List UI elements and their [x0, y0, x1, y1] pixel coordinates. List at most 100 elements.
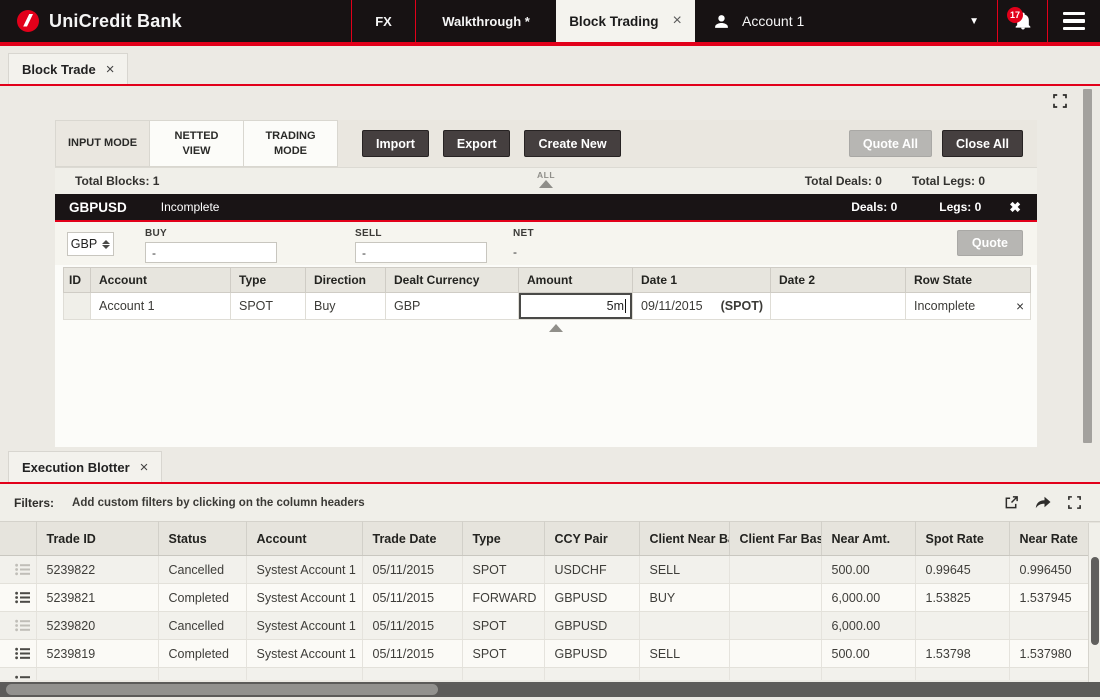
- tab-trading-mode[interactable]: TRADING MODE: [243, 120, 338, 167]
- fullscreen-icon[interactable]: [1052, 93, 1068, 114]
- col-client-far-base[interactable]: Client Far Base: [729, 521, 822, 556]
- blotter-row[interactable]: 5239820 Cancelled Systest Account 1 05/11/2…: [0, 611, 1100, 640]
- date1-value: 09/11/2015: [641, 299, 703, 313]
- cell-date2[interactable]: [770, 292, 906, 320]
- total-deals: Total Deals: 0: [804, 174, 882, 188]
- tab-fx[interactable]: FX: [352, 0, 416, 42]
- close-all-button[interactable]: Close All: [941, 130, 1023, 157]
- col-type[interactable]: Type: [230, 267, 306, 293]
- col-date1[interactable]: Date 1: [632, 267, 771, 293]
- blotter-row[interactable]: 5239822 Cancelled Systest Account 1 05/11/2…: [0, 555, 1100, 584]
- col-date2[interactable]: Date 2: [770, 267, 906, 293]
- cell-account[interactable]: Account 1: [90, 292, 231, 320]
- col-account[interactable]: Account: [246, 521, 363, 556]
- row-menu-icon[interactable]: [0, 667, 37, 680]
- net-summary-row: GBP BUY SELL NET - Quote: [55, 222, 1037, 265]
- import-button[interactable]: Import: [362, 130, 429, 157]
- col-spot-rate[interactable]: Spot Rate: [915, 521, 1010, 556]
- cell-account: Systest Account 1: [246, 611, 363, 640]
- col-id[interactable]: ID: [63, 267, 91, 293]
- export-button[interactable]: Export: [442, 130, 511, 157]
- col-trade-id[interactable]: Trade ID: [36, 521, 159, 556]
- row-menu-icon[interactable]: [0, 583, 37, 612]
- amount-input[interactable]: 5m: [519, 293, 632, 319]
- select-arrows-icon: [102, 239, 111, 249]
- cell-near-rate: 0.996450: [1009, 555, 1100, 584]
- chevron-down-icon: ▼: [969, 15, 979, 27]
- block-trade-area: INPUT MODE NETTED VIEW TRADING MODE Impo…: [0, 86, 1100, 448]
- create-new-button[interactable]: Create New: [524, 130, 621, 157]
- close-icon[interactable]: ×: [672, 12, 681, 30]
- cell-type[interactable]: SPOT: [230, 292, 306, 320]
- menu-button[interactable]: [1047, 0, 1100, 42]
- col-status[interactable]: Status: [158, 521, 247, 556]
- cell-status: Cancelled: [158, 555, 247, 584]
- collapse-arrow-icon: [539, 180, 553, 188]
- cell-spot-rate: [915, 611, 1010, 640]
- notifications-button[interactable]: 17: [997, 0, 1047, 42]
- col-ccy-pair[interactable]: CCY Pair: [544, 521, 640, 556]
- row-menu-icon[interactable]: [0, 611, 37, 640]
- collapse-legs-arrow-icon[interactable]: [549, 324, 563, 332]
- user-icon: [713, 13, 730, 30]
- row-menu-icon[interactable]: [0, 639, 37, 668]
- workspace-tab-row: Block Trade ×: [0, 46, 1100, 86]
- cell-near-amt: 500.00: [821, 639, 916, 668]
- cell-client-far-base: [729, 583, 822, 612]
- col-row-state[interactable]: Row State: [905, 267, 1031, 293]
- vertical-scrollbar[interactable]: [1083, 89, 1092, 443]
- col-dealt-currency[interactable]: Dealt Currency: [385, 267, 519, 293]
- net-label: NET: [513, 228, 534, 239]
- fullscreen-icon[interactable]: [1067, 495, 1082, 510]
- leg-row: Account 1 SPOT Buy GBP 5m 09/11/2015 (SPO…: [63, 292, 1031, 320]
- cell-date1[interactable]: 09/11/2015 (SPOT): [632, 292, 771, 320]
- close-icon[interactable]: ×: [106, 61, 115, 78]
- tab-netted-view[interactable]: NETTED VIEW: [149, 120, 244, 167]
- row-menu-icon[interactable]: [0, 555, 37, 584]
- horizontal-scrollbar-thumb[interactable]: [6, 684, 438, 695]
- col-direction[interactable]: Direction: [305, 267, 386, 293]
- share-icon[interactable]: [1035, 496, 1051, 510]
- col-account[interactable]: Account: [90, 267, 231, 293]
- cell-client-near-base: [639, 611, 730, 640]
- col-amount[interactable]: Amount: [518, 267, 633, 293]
- text-caret: [625, 299, 626, 313]
- tab-walkthrough[interactable]: Walkthrough *: [416, 0, 556, 42]
- col-near-amt[interactable]: Near Amt.: [821, 521, 916, 556]
- tab-block-trade-label: Block Trade: [22, 61, 96, 77]
- col-type[interactable]: Type: [462, 521, 545, 556]
- buy-input[interactable]: [145, 242, 277, 263]
- horizontal-scrollbar[interactable]: [0, 682, 1100, 697]
- block-status: Incomplete: [160, 200, 220, 214]
- blotter-vertical-scrollbar[interactable]: [1088, 523, 1100, 682]
- delete-row-icon[interactable]: ×: [1016, 299, 1024, 314]
- tab-block-trading[interactable]: Block Trading ×: [556, 0, 695, 42]
- cell-dealt-currency[interactable]: GBP: [385, 292, 519, 320]
- blotter-row[interactable]: 5239821 Completed Systest Account 1 05/11/2…: [0, 583, 1100, 612]
- collapse-all-control[interactable]: ALL: [537, 170, 555, 188]
- tab-input-mode[interactable]: INPUT MODE: [55, 120, 150, 167]
- currency-select[interactable]: GBP: [67, 232, 114, 256]
- filters-bar: Filters: Add custom filters by clicking …: [0, 484, 1100, 521]
- cell-direction[interactable]: Buy: [305, 292, 386, 320]
- cell-spot-rate: 1.53798: [915, 639, 1010, 668]
- account-selector[interactable]: Account 1 ▼: [695, 0, 997, 42]
- open-in-window-icon[interactable]: [1004, 495, 1019, 510]
- col-near-rate[interactable]: Near Rate: [1009, 521, 1100, 556]
- blotter-row-partial[interactable]: [0, 667, 1100, 680]
- close-icon[interactable]: ×: [140, 459, 149, 476]
- tab-block-trade[interactable]: Block Trade ×: [8, 53, 129, 84]
- cell-client-far-base: [729, 555, 822, 584]
- quote-all-button[interactable]: Quote All: [848, 130, 932, 157]
- cell-trade-id: 5239820: [36, 611, 159, 640]
- cell-ccy-pair: USDCHF: [544, 555, 640, 584]
- date1-tenor: (SPOT): [720, 299, 763, 313]
- sell-input[interactable]: [355, 242, 487, 263]
- tab-execution-blotter[interactable]: Execution Blotter ×: [8, 451, 163, 482]
- blotter-row[interactable]: 5239819 Completed Systest Account 1 05/11/2…: [0, 639, 1100, 668]
- collapse-legs-strip: [55, 320, 1037, 334]
- col-trade-date[interactable]: Trade Date: [362, 521, 463, 556]
- col-client-near-base[interactable]: Client Near Base: [639, 521, 730, 556]
- quote-button[interactable]: Quote: [956, 230, 1023, 256]
- close-block-icon[interactable]: ✖: [1009, 199, 1021, 216]
